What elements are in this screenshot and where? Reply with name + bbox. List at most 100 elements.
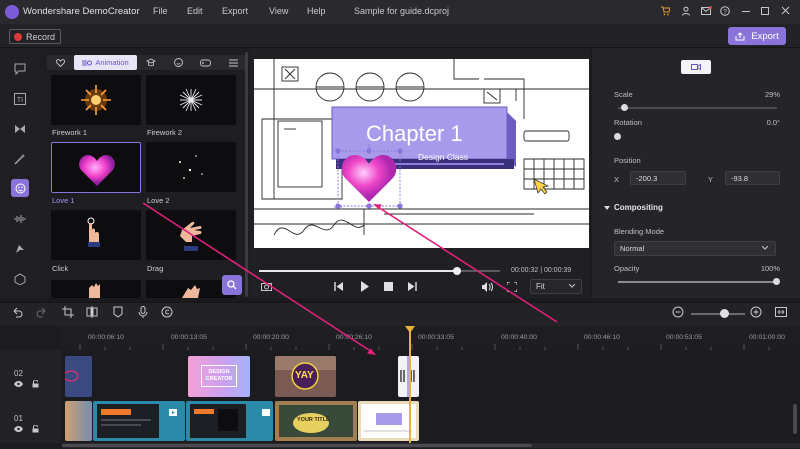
timeline-scroll-thumb[interactable] (62, 444, 532, 447)
timeline-vertical-scrollbar[interactable] (793, 404, 797, 434)
thumb-firework-2[interactable] (146, 75, 236, 125)
thumb-love-2[interactable] (146, 142, 236, 192)
export-button[interactable]: Export (728, 27, 786, 45)
left-rail: TI (0, 48, 40, 298)
clip-track02-a[interactable] (65, 356, 92, 397)
library-search-button[interactable] (222, 275, 242, 295)
text-icon[interactable]: TI (10, 90, 30, 108)
scale-slider-knob[interactable] (621, 104, 628, 111)
label-love-2: Love 2 (147, 196, 170, 205)
user-icon[interactable] (681, 6, 691, 16)
y-input[interactable]: -93.8 (725, 171, 780, 185)
menu-view[interactable]: View (269, 6, 288, 16)
clip-screen-1[interactable] (93, 401, 185, 441)
tab-favorites[interactable] (49, 55, 71, 70)
record-button[interactable]: Record (9, 29, 61, 44)
menu-edit[interactable]: Edit (187, 6, 203, 16)
redo-icon[interactable] (36, 306, 50, 320)
marker-icon[interactable] (112, 306, 126, 320)
record-bar (0, 24, 800, 48)
opacity-slider-knob[interactable] (773, 278, 780, 285)
app-title: Wondershare DemoCreator (23, 6, 140, 17)
lock-icon[interactable] (32, 380, 39, 388)
opacity-slider[interactable] (618, 281, 777, 283)
close-icon[interactable] (781, 6, 790, 15)
next-frame-icon[interactable] (407, 282, 417, 291)
tab-animation[interactable]: Animation (74, 55, 137, 70)
x-input[interactable]: -200.3 (630, 171, 686, 185)
fullscreen-icon[interactable] (507, 282, 517, 292)
stop-icon[interactable] (384, 282, 393, 291)
play-icon[interactable] (360, 281, 370, 292)
preview-canvas[interactable]: Chapter 1 Design Class (254, 59, 589, 248)
app-logo (5, 5, 19, 19)
rotation-knob[interactable] (614, 133, 621, 140)
clip-screen-2[interactable] (186, 401, 273, 441)
blending-mode-select[interactable]: Normal (614, 241, 776, 256)
sticker-icon[interactable] (11, 179, 29, 197)
animation-icon (82, 59, 93, 67)
clip-your-title-label: YOUR TITLE (297, 417, 330, 423)
playhead[interactable] (409, 328, 411, 443)
compositing-header[interactable]: Compositing (604, 203, 663, 212)
copyright-icon[interactable] (161, 306, 175, 320)
eye-icon[interactable] (14, 426, 23, 432)
menu-export[interactable]: Export (222, 6, 248, 16)
fit-select[interactable]: Fit (530, 279, 582, 294)
thumb-click[interactable] (51, 210, 141, 260)
tab-game[interactable] (194, 55, 216, 70)
lock-icon[interactable] (32, 425, 39, 433)
crop-icon[interactable] (62, 306, 76, 320)
playhead-handle[interactable] (405, 326, 415, 333)
menu-help[interactable]: Help (307, 6, 326, 16)
help-icon[interactable]: ? (720, 6, 730, 16)
player-progress-track[interactable] (259, 267, 500, 275)
zoom-out-icon[interactable] (672, 306, 686, 320)
split-icon[interactable] (86, 306, 100, 320)
audio-icon[interactable] (10, 210, 30, 228)
snapshot-icon[interactable] (261, 282, 272, 291)
thumb-love-1[interactable] (51, 142, 141, 193)
zoom-slider[interactable] (691, 313, 745, 315)
player-progress-knob[interactable] (453, 267, 461, 275)
microphone-icon[interactable] (137, 306, 151, 320)
effects-wand-icon[interactable] (10, 150, 30, 168)
tab-emoji[interactable] (167, 55, 189, 70)
clip-track01-a[interactable] (65, 401, 92, 441)
transition-icon[interactable] (10, 120, 30, 138)
eye-icon[interactable] (14, 381, 23, 387)
thumb-hand-3[interactable] (51, 280, 141, 298)
cursor-effect-icon[interactable] (10, 240, 30, 258)
scale-slider[interactable] (618, 107, 777, 109)
heart-icon (55, 58, 65, 67)
cart-icon[interactable] (660, 6, 670, 16)
brand-box-icon[interactable] (10, 270, 30, 288)
timeline-horizontal-scrollbar[interactable] (62, 443, 800, 448)
tick-label: 00:00:06:10 (88, 334, 124, 341)
thumb-drag[interactable] (146, 210, 236, 260)
volume-icon[interactable] (481, 282, 493, 292)
zoom-in-icon[interactable] (750, 306, 764, 320)
mail-icon[interactable] (701, 6, 712, 16)
triangle-down-icon (604, 205, 610, 210)
video-tab-button[interactable] (681, 60, 711, 74)
zoom-slider-knob[interactable] (720, 309, 729, 318)
undo-icon[interactable] (11, 306, 25, 320)
record-label: Record (26, 31, 56, 42)
fit-timeline-icon[interactable] (775, 306, 789, 320)
tab-list[interactable] (222, 55, 244, 70)
clip-design-creator[interactable]: DESIGN CREATOR (188, 356, 250, 397)
scale-label: Scale (614, 90, 633, 99)
prev-frame-icon[interactable] (334, 282, 344, 291)
caption-icon[interactable] (10, 60, 30, 78)
timeline-ruler[interactable]: 00:00:06:10 00:00:13:05 00:00:20:00 00:0… (60, 326, 800, 350)
minimize-icon[interactable] (742, 11, 750, 12)
thumb-firework-1[interactable] (51, 75, 141, 125)
menu-file[interactable]: File (153, 6, 168, 16)
properties-panel: Scale 29% Rotation 0.0° Position X -200.… (592, 48, 800, 298)
clip-your-title[interactable]: YOUR TITLE (275, 401, 357, 441)
maximize-icon[interactable] (761, 7, 769, 15)
library-scrollbar[interactable] (245, 52, 248, 297)
clip-yay[interactable]: YAY (275, 356, 336, 397)
tab-hat[interactable] (140, 55, 162, 70)
